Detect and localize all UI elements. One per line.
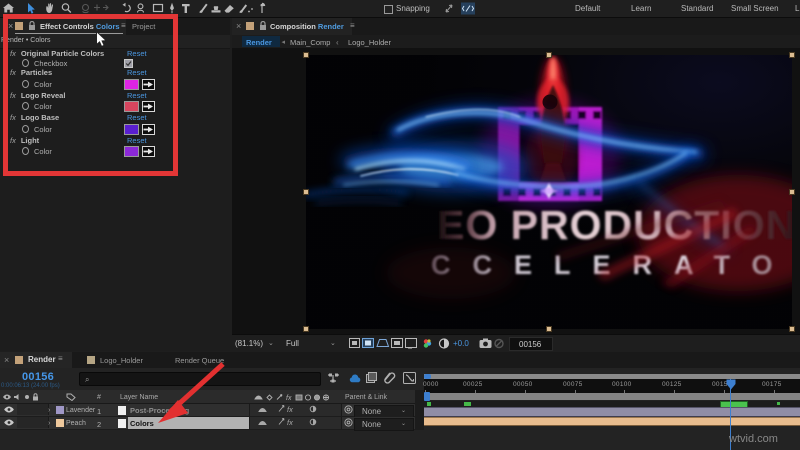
svg-text:fx: fx <box>287 418 293 427</box>
svg-text:fx: fx <box>286 395 292 402</box>
svg-text:fx: fx <box>287 405 293 414</box>
